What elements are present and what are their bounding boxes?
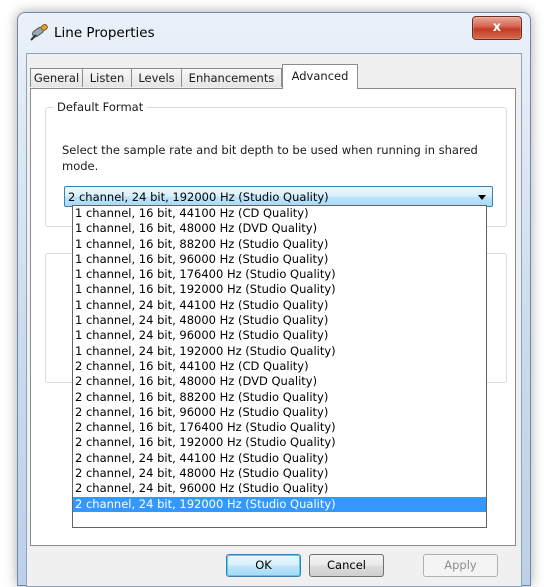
close-icon: x [492,20,502,35]
tab-general[interactable]: General [30,68,83,87]
dropdown-option[interactable]: 2 channel, 16 bit, 176400 Hz (Studio Qua… [73,420,486,435]
close-button[interactable]: x [472,16,522,40]
apply-button[interactable]: Apply [423,554,498,577]
dropdown-option[interactable]: 1 channel, 16 bit, 176400 Hz (Studio Qua… [73,267,486,282]
dropdown-option[interactable]: 1 channel, 24 bit, 44100 Hz (Studio Qual… [73,298,486,313]
window-title: Line Properties [54,25,155,41]
dropdown-option[interactable]: 2 channel, 24 bit, 96000 Hz (Studio Qual… [73,481,486,496]
dropdown-option[interactable]: 2 channel, 16 bit, 192000 Hz (Studio Qua… [73,435,486,450]
dropdown-option[interactable]: 1 channel, 16 bit, 44100 Hz (CD Quality) [73,206,486,221]
dropdown-option[interactable]: 2 channel, 16 bit, 44100 Hz (CD Quality) [73,359,486,374]
microphone-icon [30,24,48,41]
dropdown-option[interactable]: 2 channel, 24 bit, 48000 Hz (Studio Qual… [73,466,486,481]
chevron-down-icon[interactable] [478,195,486,200]
tab-levels[interactable]: Levels [131,68,182,87]
sample-format-combobox[interactable]: 2 channel, 24 bit, 192000 Hz (Studio Qua… [64,186,493,207]
sample-format-selected-value: 2 channel, 24 bit, 192000 Hz (Studio Qua… [68,190,329,204]
ok-button[interactable]: OK [226,554,301,577]
dropdown-option[interactable]: 2 channel, 24 bit, 44100 Hz (Studio Qual… [73,451,486,466]
cancel-button[interactable]: Cancel [309,554,384,577]
dropdown-option[interactable]: 1 channel, 16 bit, 192000 Hz (Studio Qua… [73,282,486,297]
dropdown-option[interactable]: 2 channel, 16 bit, 96000 Hz (Studio Qual… [73,405,486,420]
dropdown-option[interactable]: 1 channel, 24 bit, 48000 Hz (Studio Qual… [73,313,486,328]
dropdown-option[interactable]: 1 channel, 16 bit, 88200 Hz (Studio Qual… [73,237,486,252]
title-bar[interactable]: Line Properties x [18,13,530,53]
tab-advanced[interactable]: Advanced [282,64,358,89]
sample-format-dropdown-list[interactable]: 1 channel, 16 bit, 44100 Hz (CD Quality)… [72,205,487,528]
default-format-group-title: Default Format [54,100,147,114]
dropdown-option[interactable]: 2 channel, 16 bit, 48000 Hz (DVD Quality… [73,374,486,389]
dropdown-option[interactable]: 1 channel, 16 bit, 96000 Hz (Studio Qual… [73,252,486,267]
default-format-description: Select the sample rate and bit depth to … [62,143,478,173]
dropdown-option[interactable]: 1 channel, 24 bit, 192000 Hz (Studio Qua… [73,344,486,359]
dropdown-option[interactable]: 2 channel, 16 bit, 88200 Hz (Studio Qual… [73,390,486,405]
dropdown-option[interactable]: 1 channel, 24 bit, 96000 Hz (Studio Qual… [73,328,486,343]
tab-enhancements[interactable]: Enhancements [181,68,282,87]
tab-listen[interactable]: Listen [82,68,132,87]
dropdown-option[interactable]: 2 channel, 24 bit, 192000 Hz (Studio Qua… [73,496,486,512]
dropdown-option[interactable]: 1 channel, 16 bit, 48000 Hz (DVD Quality… [73,221,486,236]
